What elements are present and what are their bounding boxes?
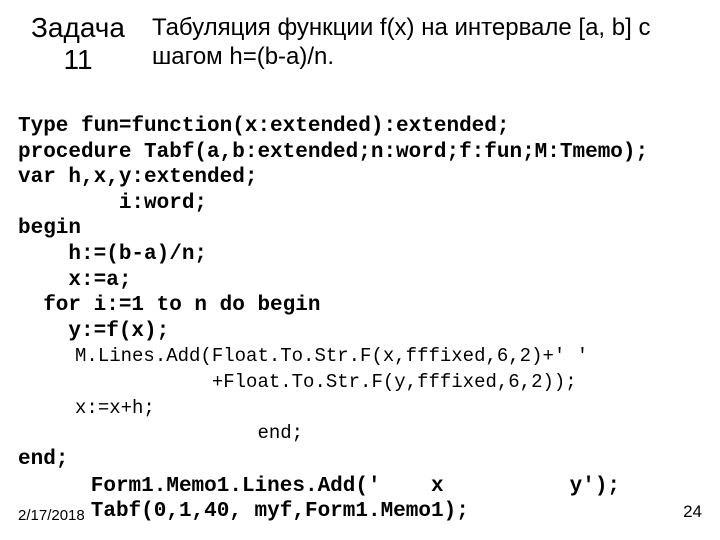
page-number: 24 <box>675 502 702 524</box>
slide-header: Задача 11 Табуляция функции f(x) на инте… <box>0 0 720 82</box>
task-label-line1: Задача <box>31 12 125 43</box>
code-line: x:=x+h; <box>18 397 155 419</box>
code-line: procedure Tabf(a,b:extended;n:word;f:fun… <box>18 141 648 164</box>
footer-code: Form1.Memo1.Lines.Add(' x y'); Tabf(0,1,… <box>91 474 675 524</box>
code-line: begin <box>18 217 81 240</box>
footer-date: 2/17/2018 <box>18 507 91 524</box>
code-line: var h,x,y:extended; <box>18 166 257 189</box>
code-line: x:=a; <box>18 269 131 292</box>
code-line: Type fun=function(x:extended):extended; <box>18 115 509 138</box>
code-line: end; <box>18 422 303 444</box>
task-description: Табуляция функции f(x) на интервале [a, … <box>138 12 702 72</box>
code-line: Tabf(0,1,40, myf,Form1.Memo1); <box>91 500 469 523</box>
task-label-line2: 11 <box>63 44 92 75</box>
code-block: Type fun=function(x:extended):extended; … <box>0 82 720 472</box>
code-line: +Float.To.Str.F(y,fffixed,6,2)); <box>18 371 577 393</box>
code-line: end; <box>18 448 68 471</box>
slide-footer: 2/17/2018 Form1.Memo1.Lines.Add(' x y');… <box>18 474 702 524</box>
task-number: Задача 11 <box>18 12 138 76</box>
code-line: for i:=1 to n do begin <box>18 294 320 317</box>
code-line: M.Lines.Add(Float.To.Str.F(x,fffixed,6,2… <box>18 345 588 367</box>
code-line: y:=f(x); <box>18 320 169 343</box>
code-line: Form1.Memo1.Lines.Add(' x y'); <box>91 475 620 498</box>
code-line: h:=(b-a)/n; <box>18 243 207 266</box>
code-line: i:word; <box>18 192 207 215</box>
